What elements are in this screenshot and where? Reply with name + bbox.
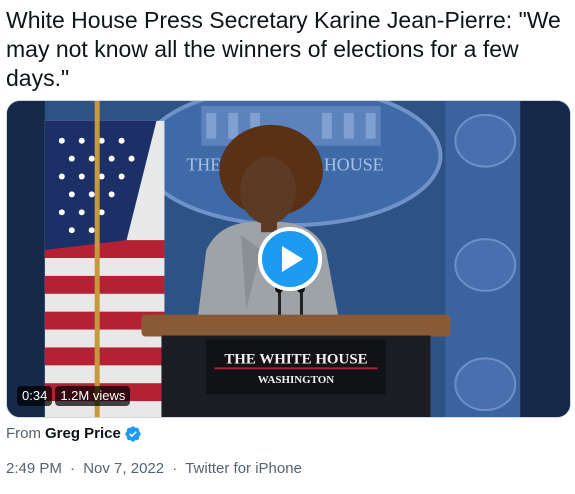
seal-text-right: HOUSE [324,155,384,175]
video-duration: 0:34 [17,386,53,406]
verified-badge-icon [125,426,141,442]
tweet-source[interactable]: Twitter for iPhone [185,460,302,477]
podium-subtitle: WASHINGTON [258,374,335,386]
tweet-meta: 2:49 PM · Nov 7, 2022 · Twitter for iPho… [6,459,302,479]
tweet-text: White House Press Secretary Karine Jean-… [6,7,561,91]
play-icon [282,246,303,272]
play-button[interactable] [258,227,322,291]
video-player[interactable]: THE HOUSE THE WHITE HOUSE WASHINGTON 0:3… [6,100,571,418]
video-badges: 0:34 1.2M views [17,386,131,406]
attribution-prefix: From [6,425,41,442]
american-flag-graphic [44,101,165,417]
tweet-time[interactable]: 2:49 PM [6,460,62,477]
seal-text-left: THE [186,155,221,175]
author-link[interactable]: Greg Price [45,424,121,444]
attribution: From Greg Price [6,424,142,444]
view-count: 1.2M views [55,386,131,406]
separator: · [70,460,76,477]
separator: · [172,460,178,477]
tweet-date[interactable]: Nov 7, 2022 [83,460,164,477]
podium-title: THE WHITE HOUSE [224,351,367,367]
